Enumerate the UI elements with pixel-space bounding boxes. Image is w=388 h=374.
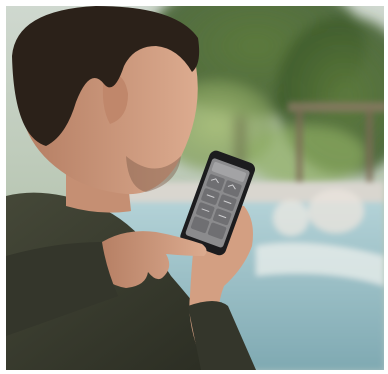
photo-frame bbox=[6, 6, 384, 370]
scene-photo bbox=[6, 6, 384, 370]
